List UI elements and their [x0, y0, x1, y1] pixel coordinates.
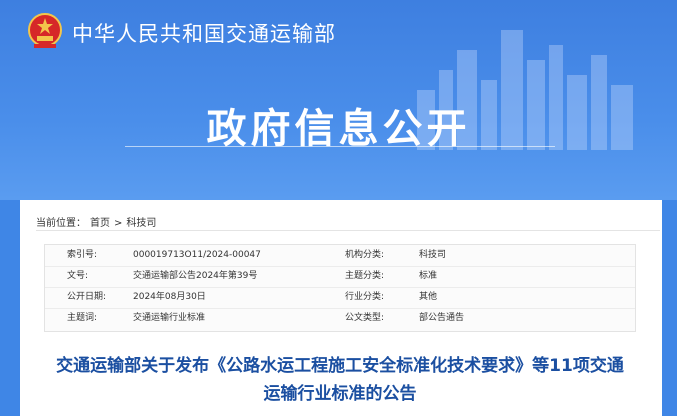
info-value: 部公告通告: [419, 313, 465, 323]
info-value: 科技司: [419, 250, 447, 260]
breadcrumb-current-link[interactable]: 科技司: [126, 218, 156, 229]
title-underline: [125, 146, 555, 147]
ministry-name[interactable]: 中华人民共和国交通运输部: [72, 18, 336, 48]
breadcrumb-separator: >: [114, 218, 123, 229]
header-banner: 中华人民共和国交通运输部 政府信息公开: [0, 0, 677, 200]
info-key: 主题分类:: [345, 271, 385, 281]
info-row: 主题词: 交通运输行业标准 公文类型: 部公告通告: [45, 308, 635, 329]
info-key: 公开日期:: [67, 292, 107, 302]
info-value: 000019713O11/2024-00047: [133, 250, 261, 260]
info-key: 文号:: [67, 271, 89, 281]
info-key: 索引号:: [67, 250, 98, 260]
info-value: 标准: [419, 271, 438, 281]
info-key: 主题词:: [67, 313, 98, 323]
info-row: 公开日期: 2024年08月30日 行业分类: 其他: [45, 287, 635, 309]
info-key: 公文类型:: [345, 313, 385, 323]
info-key: 行业分类:: [345, 292, 385, 302]
info-row: 索引号: 000019713O11/2024-00047 机构分类: 科技司: [45, 245, 635, 267]
info-value: 2024年08月30日: [133, 292, 206, 302]
info-value: 其他: [419, 292, 438, 302]
info-value: 交通运输行业标准: [133, 313, 206, 323]
breadcrumb: 当前位置： 首页 > 科技司: [36, 214, 160, 229]
info-key: 机构分类:: [345, 250, 385, 260]
article-title: 交通运输部关于发布《公路水运工程施工安全标准化技术要求》等11项交通 运输行业标…: [30, 352, 650, 408]
document-info-table: 索引号: 000019713O11/2024-00047 机构分类: 科技司 文…: [44, 244, 636, 332]
info-value: 交通运输部公告2024年第39号: [133, 271, 258, 281]
article-title-line-2: 运输行业标准的公告: [263, 384, 417, 404]
info-row: 文号: 交通运输部公告2024年第39号 主题分类: 标准: [45, 266, 635, 288]
article-title-line-1: 交通运输部关于发布《公路水运工程施工安全标准化技术要求》等11项交通: [56, 356, 624, 376]
breadcrumb-home-link[interactable]: 首页: [90, 218, 110, 229]
divider: [36, 230, 660, 231]
national-emblem-icon: [28, 13, 62, 48]
breadcrumb-label: 当前位置：: [36, 218, 86, 229]
